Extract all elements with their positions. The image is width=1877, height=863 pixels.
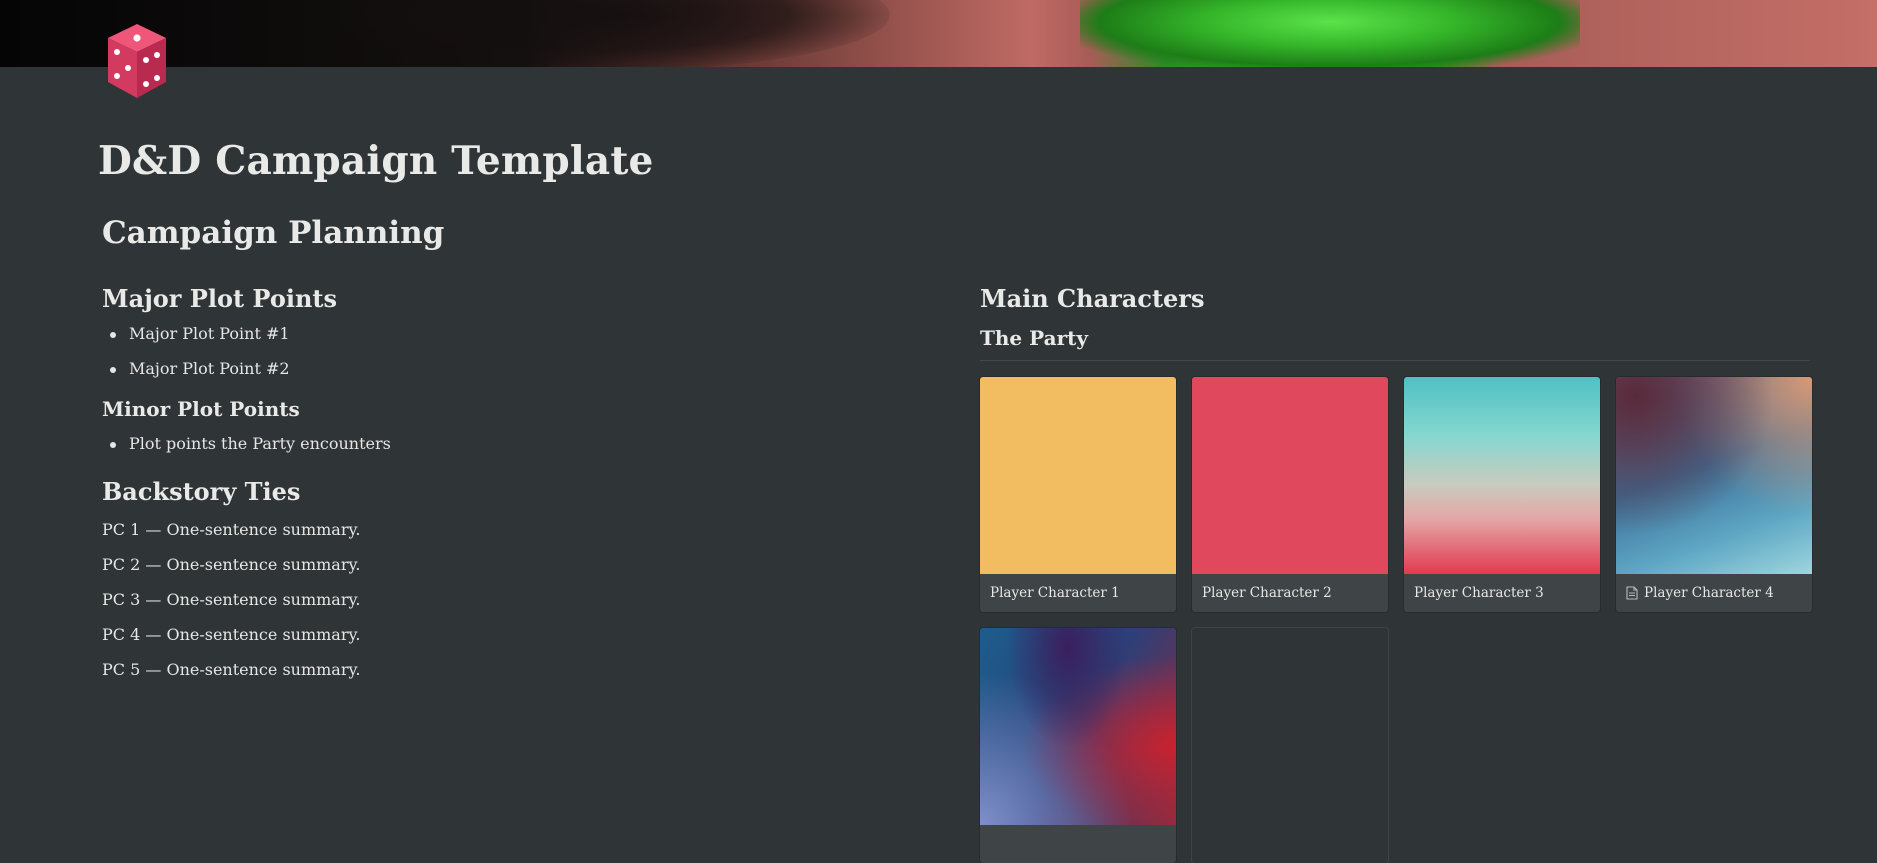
cover-shadow xyxy=(330,0,890,67)
backstory-item[interactable]: PC 3 — One-sentence summary. xyxy=(102,589,822,624)
backstory-item[interactable]: PC 2 — One-sentence summary. xyxy=(102,554,822,589)
backstory-item[interactable]: PC 5 — One-sentence summary. xyxy=(102,659,822,694)
card-caption: Player Character 1 xyxy=(980,574,1176,612)
campaign-planning-heading: Campaign Planning xyxy=(102,215,445,251)
character-card[interactable]: Player Character 3 xyxy=(1404,377,1600,612)
card-cover xyxy=(1616,377,1812,574)
backstory-ties-heading: Backstory Ties xyxy=(102,477,301,506)
planning-column: Major Plot Points Major Plot Point #1 Ma… xyxy=(102,284,822,694)
card-cover xyxy=(1404,377,1600,574)
page-cover-image[interactable] xyxy=(0,0,1877,67)
character-card[interactable]: Player Character 1 xyxy=(980,377,1176,612)
card-caption: Player Character 4 xyxy=(1616,574,1812,612)
section-divider xyxy=(980,360,1810,361)
card-caption: Player Character 2 xyxy=(1192,574,1388,612)
page-title[interactable]: D&D Campaign Template xyxy=(98,138,654,184)
new-card-placeholder[interactable] xyxy=(1192,628,1388,863)
backstory-item[interactable]: PC 4 — One-sentence summary. xyxy=(102,624,822,659)
minor-plot-points-heading: Minor Plot Points xyxy=(102,397,300,421)
card-title: Player Character 1 xyxy=(990,585,1120,601)
list-item[interactable]: Major Plot Point #1 xyxy=(102,323,822,358)
major-plot-list: Major Plot Point #1 Major Plot Point #2 xyxy=(102,323,822,393)
list-item[interactable]: Major Plot Point #2 xyxy=(102,358,822,393)
main-characters-heading: Main Characters xyxy=(980,284,1205,313)
card-title: Player Character 3 xyxy=(1414,585,1544,601)
major-plot-points-heading: Major Plot Points xyxy=(102,284,337,313)
the-party-heading[interactable]: The Party xyxy=(980,326,1810,350)
minor-plot-list: Plot points the Party encounters xyxy=(102,433,822,468)
card-cover xyxy=(980,377,1176,574)
characters-column: Main Characters The Party Player Charact… xyxy=(980,284,1812,863)
character-card[interactable]: Player Character 4 xyxy=(1616,377,1812,612)
card-title: Player Character 4 xyxy=(1644,585,1774,601)
card-cover xyxy=(1192,377,1388,574)
document-icon xyxy=(1626,586,1638,600)
backstory-item[interactable]: PC 1 — One-sentence summary. xyxy=(102,519,822,554)
card-cover xyxy=(980,628,1176,825)
character-card[interactable]: Player Character 2 xyxy=(1192,377,1388,612)
red-die-icon[interactable] xyxy=(104,22,170,100)
character-card[interactable] xyxy=(980,628,1176,863)
card-caption: Player Character 3 xyxy=(1404,574,1600,612)
party-gallery: Player Character 1 Player Character 2 Pl… xyxy=(980,377,1812,863)
cover-green-figure xyxy=(1080,0,1580,67)
list-item[interactable]: Plot points the Party encounters xyxy=(102,433,822,468)
card-title: Player Character 2 xyxy=(1202,585,1332,601)
